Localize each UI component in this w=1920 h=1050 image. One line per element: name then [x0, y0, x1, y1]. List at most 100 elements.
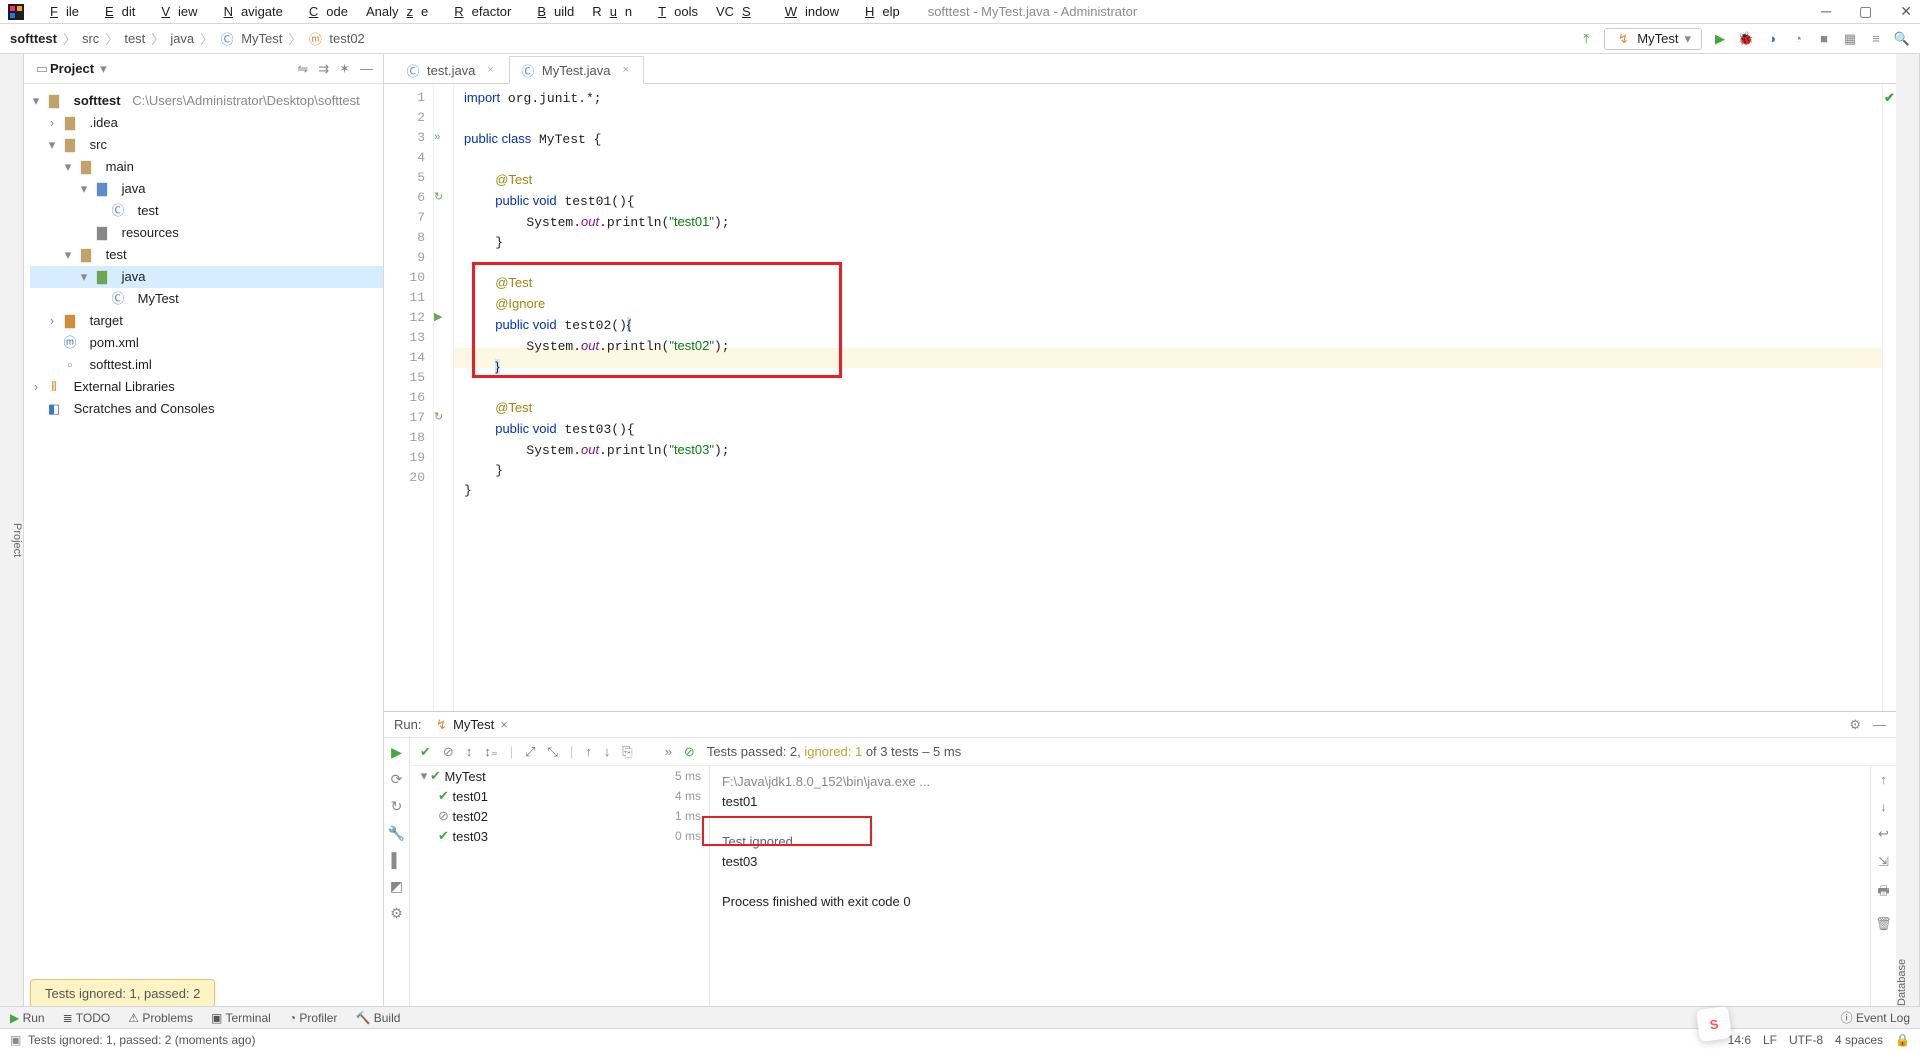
toggle-icon[interactable]: ⟳ [391, 771, 403, 788]
status-toast: Tests ignored: 1, passed: 2 [30, 979, 215, 1008]
status-bar: ▣ Tests ignored: 1, passed: 2 (moments a… [0, 1028, 1920, 1050]
menu-analyze[interactable]: Analyze [358, 2, 436, 21]
menu-edit[interactable]: Edit [89, 2, 143, 21]
menu-window[interactable]: Window [769, 2, 847, 21]
stack-icon[interactable]: ▌ [392, 852, 402, 868]
rerun-failed-icon[interactable]: ↻ [391, 798, 403, 815]
maximize-icon[interactable]: ▢ [1859, 3, 1872, 20]
junit-icon: ↯ [1615, 31, 1631, 47]
collapse-all-icon[interactable]: ⤡ [547, 744, 557, 760]
run-icon[interactable]: ▶ [1712, 31, 1728, 47]
scroll-icon[interactable]: ⇲ [1878, 854, 1889, 870]
editor-tabs: Ⓒtest.java× ⒸMyTest.java× [384, 54, 1896, 84]
export-icon[interactable]: ⎘ [622, 744, 632, 760]
minimize-panel-icon[interactable]: — [1873, 717, 1886, 733]
run-config-selector[interactable]: ↯ MyTest ▾ [1604, 28, 1702, 50]
print-icon[interactable]: 🖶 [1877, 882, 1889, 904]
right-stripe[interactable]: Database Maven [1896, 54, 1920, 1006]
caret-position[interactable]: 14:6 [1728, 1033, 1751, 1047]
tab-mytest-java[interactable]: ⒸMyTest.java× [509, 56, 644, 84]
wrench-icon[interactable]: 🔧 [388, 825, 405, 842]
tool-problems[interactable]: ⚠ Problems [128, 1011, 193, 1025]
junit-icon: ↯ [433, 717, 449, 733]
titlebar: File Edit View Navigate Code Analyze Ref… [0, 0, 1920, 24]
project-tree[interactable]: ▾▇ softtest C:\Users\Administrator\Deskt… [24, 84, 383, 1006]
event-log[interactable]: ⓘ Event Log [1841, 1009, 1910, 1026]
menu-run[interactable]: Run [584, 2, 640, 21]
close-icon[interactable]: ✕ [1900, 3, 1912, 20]
line-gutter[interactable]: 1234567891011121314151617181920 [384, 84, 434, 711]
close-tab-icon[interactable]: × [623, 64, 629, 76]
lock-icon[interactable]: 🔒 [1895, 1033, 1910, 1047]
gear-icon[interactable]: ⚙ [1849, 717, 1861, 733]
error-stripe[interactable]: ✔ [1882, 84, 1896, 711]
test-toolbar: ✔ ⊘ ↕ ↕₌ | ⤢ ⤡ | ↑ ↓ ⎘ » ⊘ Tests passed:… [410, 738, 1896, 766]
close-tab-icon[interactable]: × [487, 64, 493, 76]
cogs-icon[interactable]: ⚙ [390, 905, 403, 922]
test-tree[interactable]: ▾✔ MyTest5 ms ✔ test014 ms ⊘ test021 ms … [410, 766, 710, 1006]
settings-icon[interactable]: ✶ [339, 61, 350, 77]
breadcrumb[interactable]: softtest〉 src〉 test〉 java〉 ⒸMyTest〉 ⓜtes… [10, 29, 365, 48]
run-gutter[interactable]: »↻▶↻ [434, 84, 454, 711]
expand-icon[interactable]: ⇉ [318, 61, 329, 77]
menu-view[interactable]: View [145, 2, 205, 21]
collapse-icon[interactable]: ⇋ [297, 61, 308, 77]
menu-refactor[interactable]: Refactor [438, 2, 519, 21]
sogou-ime-icon[interactable]: S [1696, 1006, 1732, 1042]
project-title[interactable]: Project [50, 61, 94, 76]
camera-icon[interactable]: ◩ [390, 878, 403, 895]
menu-build[interactable]: Build [521, 2, 582, 21]
toolwindows-icon[interactable]: ▣ [10, 1033, 21, 1047]
ignore-filter-icon[interactable]: ⊘ [443, 744, 454, 760]
project-view-icon: ▭ [34, 61, 50, 77]
window-title: softtest - MyTest.java - Administrator [928, 4, 1138, 19]
tool-run[interactable]: ▶ Run [10, 1011, 45, 1025]
tree-node-test-java[interactable]: ▾▇ java [30, 266, 383, 288]
console-right-toolbar: ↑ ↓ ↩ ⇲ 🖶 🗑 [1870, 766, 1896, 1006]
actions-icon[interactable]: ≡ [1868, 31, 1884, 47]
tab-test-java[interactable]: Ⓒtest.java× [394, 56, 509, 83]
run-left-toolbar: ▶ ⟳ ↻ 🔧 ▌ ◩ ⚙ [384, 738, 410, 1006]
menu-tools[interactable]: Tools [642, 2, 706, 21]
tool-terminal[interactable]: ▣ Terminal [211, 1011, 271, 1025]
rerun-icon[interactable]: ▶ [391, 744, 402, 761]
menu-code[interactable]: Code [293, 2, 356, 21]
coverage-icon[interactable]: ◑ [1764, 31, 1780, 47]
run-toolwindow: Run: ↯ MyTest× ⚙ — ▶ ⟳ ↻ 🔧 ▌ ◩ ⚙ [384, 711, 1896, 1006]
next-icon[interactable]: ↓ [604, 744, 611, 759]
menu-navigate[interactable]: Navigate [208, 2, 291, 21]
inspection-ok-icon: ✔ [1883, 84, 1896, 106]
hide-icon[interactable]: — [360, 61, 373, 77]
search-everywhere-icon[interactable]: 🔍 [1894, 31, 1910, 47]
left-stripe[interactable]: Project [0, 54, 24, 1006]
tool-build[interactable]: 🔨 Build [355, 1011, 400, 1025]
sort2-icon[interactable]: ↕₌ [484, 744, 497, 760]
softwrap-icon[interactable]: ↩ [1878, 826, 1889, 842]
up-icon[interactable]: ↑ [1880, 772, 1887, 787]
profile-icon[interactable]: ◔ [1790, 31, 1806, 47]
menu-file[interactable]: File [34, 2, 87, 21]
clear-icon[interactable]: 🗑 [1875, 916, 1892, 932]
debug-icon[interactable]: 🐞 [1738, 31, 1754, 47]
sort-icon[interactable]: ↕ [466, 744, 473, 759]
menu-help[interactable]: Help [849, 2, 908, 21]
pass-filter-icon[interactable]: ✔ [420, 744, 431, 760]
stop-icon[interactable]: ■ [1816, 31, 1832, 47]
code-editor[interactable]: import org.junit.*; public class MyTest … [454, 84, 1882, 711]
scratch-icon: ◧ [46, 401, 62, 417]
menu-vcs[interactable]: VCS [708, 2, 767, 21]
intellij-logo-icon [8, 4, 24, 20]
test-console[interactable]: F:\Java\jdk1.8.0_152\bin\java.exe ... te… [710, 766, 1870, 1006]
minimize-icon[interactable]: ─ [1821, 3, 1831, 20]
build-icon[interactable]: ⤒ [1578, 31, 1594, 47]
expand-all-icon[interactable]: ⤢ [525, 744, 535, 760]
navbar: softtest〉 src〉 test〉 java〉 ⒸMyTest〉 ⓜtes… [0, 24, 1920, 54]
status-message: Tests ignored: 1, passed: 2 (moments ago… [28, 1033, 255, 1047]
class-icon: Ⓒ [219, 31, 235, 47]
down-icon[interactable]: ↓ [1880, 799, 1887, 814]
tool-profiler[interactable]: ◔ Profiler [289, 1011, 338, 1025]
layout-icon[interactable]: ▦ [1842, 31, 1858, 47]
prev-icon[interactable]: ↑ [585, 744, 592, 759]
tool-todo[interactable]: ≣ TODO [63, 1011, 111, 1025]
run-label: Run: [394, 717, 421, 732]
